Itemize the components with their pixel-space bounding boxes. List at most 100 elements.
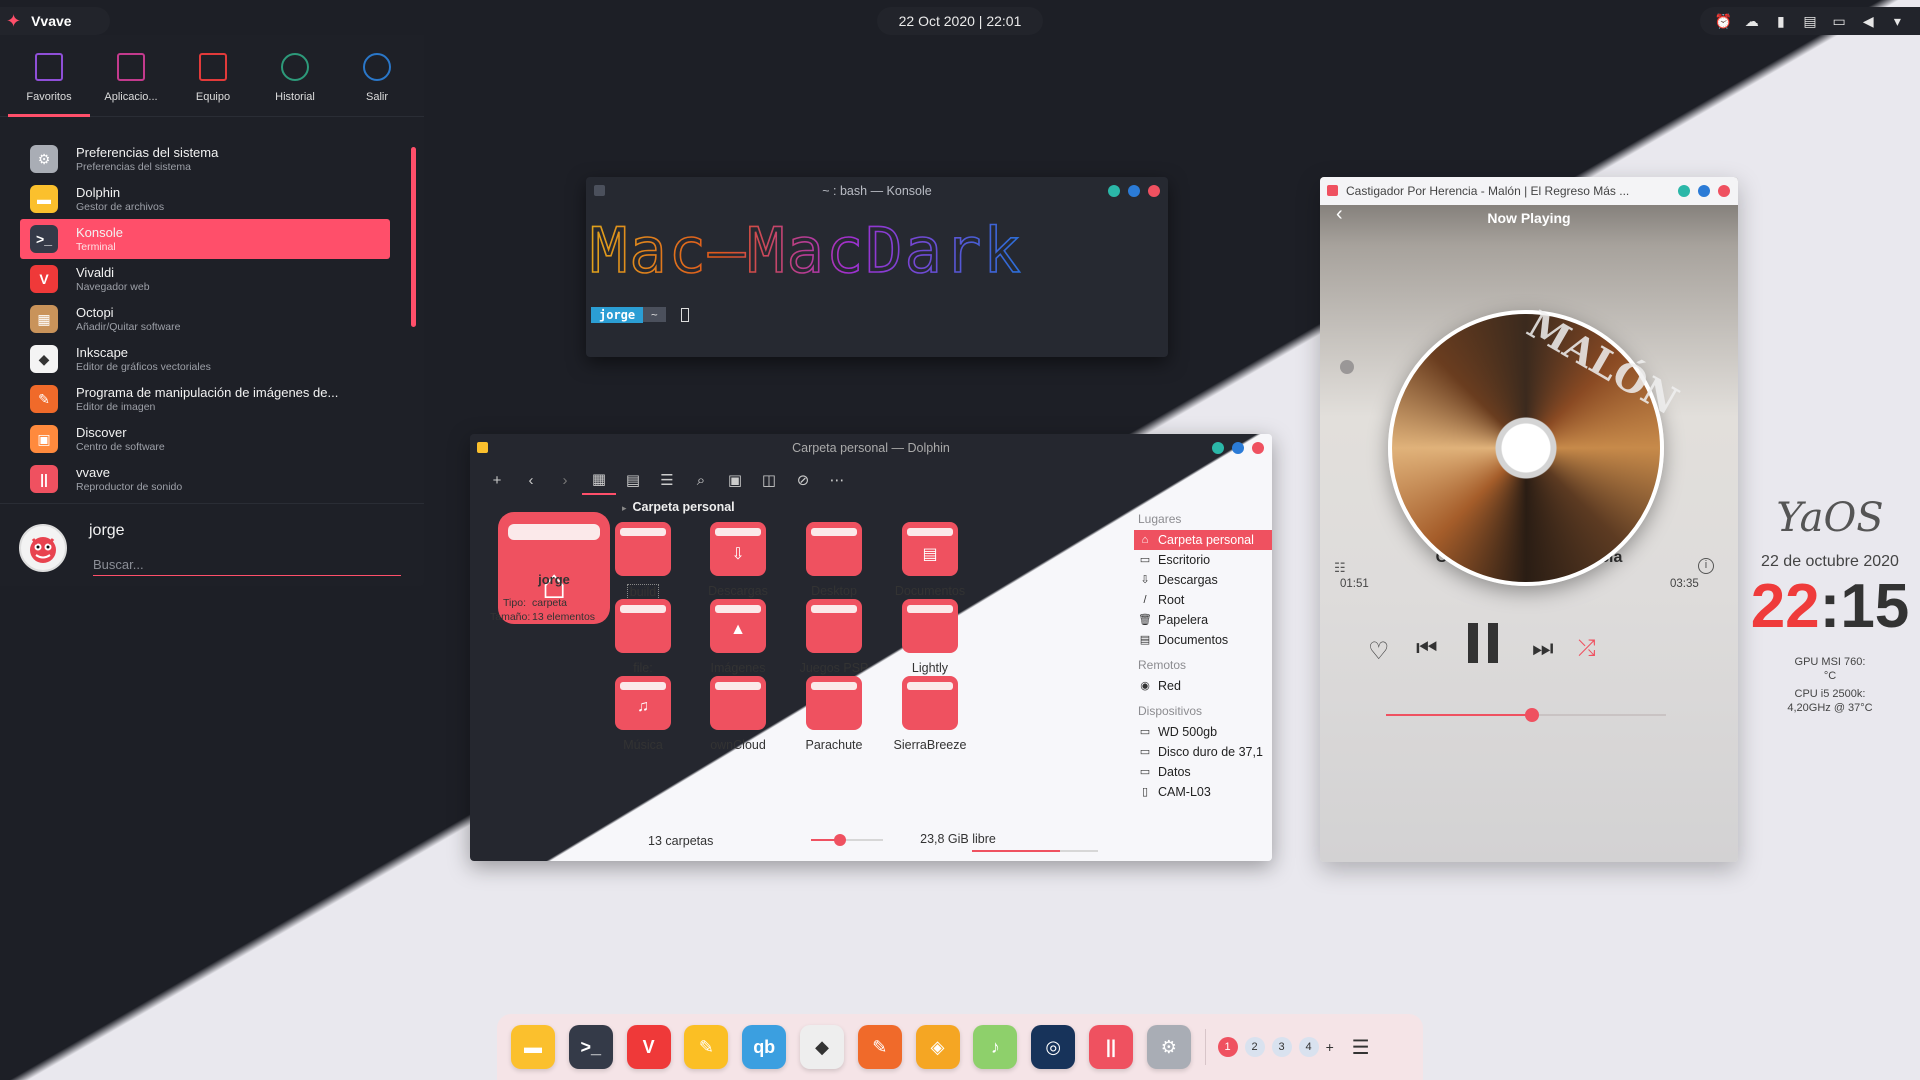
zoom-slider-handle[interactable]	[833, 834, 846, 846]
folder-item[interactable]: Juegos PSP	[779, 599, 889, 675]
place-item[interactable]: ⇩ Descargas	[1134, 570, 1272, 590]
shuffle-icon[interactable]: ⤮	[1578, 635, 1596, 661]
app-icon: ⚙	[30, 145, 58, 173]
folder-item[interactable]: Lightly	[875, 599, 985, 675]
place-item[interactable]: / Root	[1134, 590, 1272, 610]
dock-dolphin-icon[interactable]: ▬	[511, 1025, 555, 1069]
folder-item[interactable]: ▤ Documentos	[875, 522, 985, 598]
app-menu-button[interactable]: ✦ Vvave	[0, 7, 110, 35]
minimize-button[interactable]	[1678, 185, 1690, 197]
place-item[interactable]: ▯ CAM-L03	[1134, 782, 1272, 802]
pause-button[interactable]	[1468, 623, 1512, 663]
add-desktop-button[interactable]: +	[1326, 1039, 1334, 1055]
place-item[interactable]: 🗑 Papelera	[1134, 610, 1272, 630]
place-item[interactable]: ⌂ Carpeta personal	[1134, 530, 1272, 550]
launcher-item[interactable]: ✎ Programa de manipulación de imágenes de…	[20, 379, 390, 419]
dock-settings-icon[interactable]: ⚙	[1146, 1025, 1191, 1069]
tab-salir[interactable]: Salir	[336, 35, 418, 117]
virtual-desktop-3[interactable]: 3	[1271, 1037, 1292, 1057]
dock-vvave-icon[interactable]: ||	[1088, 1025, 1133, 1069]
place-item[interactable]: ▭ Datos	[1134, 762, 1272, 782]
tab-favoritos[interactable]: Favoritos	[8, 35, 90, 117]
terminal-icon	[594, 185, 605, 196]
vvave-titlebar[interactable]: Castigador Por Herencia - Malón | El Reg…	[1320, 177, 1738, 205]
prompt-user: jorge	[591, 307, 644, 323]
user-name: jorge	[89, 522, 125, 539]
dock-music-icon[interactable]: ♪	[973, 1025, 1018, 1069]
folder-item[interactable]: Parachute	[779, 676, 889, 752]
show-desktop-icon[interactable]: ☰	[1352, 1035, 1370, 1060]
launcher-item-name: Programa de manipulación de imágenes de.…	[76, 385, 339, 400]
cloud-icon[interactable]: ☁	[1744, 13, 1760, 29]
launcher-item[interactable]: || vvave Reproductor de sonido	[20, 459, 390, 499]
page-indicator[interactable]	[1340, 360, 1354, 374]
terminal-cursor[interactable]	[681, 308, 689, 322]
dock-steam-icon[interactable]: ◎	[1031, 1025, 1076, 1069]
folder-item[interactable]: build	[588, 522, 698, 600]
folder-item[interactable]: Desktop	[779, 522, 889, 598]
clipboard-icon[interactable]: ▤	[1802, 13, 1818, 29]
battery-icon[interactable]: ▮	[1773, 13, 1789, 29]
virtual-desktop-2[interactable]: 2	[1244, 1037, 1265, 1057]
folder-item[interactable]: ♫ Música	[588, 676, 698, 752]
place-item[interactable]: ▭ Disco duro de 37,1	[1134, 742, 1272, 762]
tab-equipo[interactable]: Equipo	[172, 35, 254, 117]
folder-icon	[615, 522, 671, 576]
launcher-search-input[interactable]	[93, 554, 401, 576]
launcher-item[interactable]: ◆ Inkscape Editor de gráficos vectoriales	[20, 339, 390, 379]
folder-item[interactable]: SierraBreeze	[875, 676, 985, 752]
place-item[interactable]: ▭ WD 500gb	[1134, 722, 1272, 742]
close-button[interactable]	[1148, 185, 1160, 197]
dock-kolourpaint-icon[interactable]: ◈	[915, 1025, 960, 1069]
alarm-icon[interactable]: ⏰	[1715, 13, 1732, 29]
launcher-item[interactable]: >_ Konsole Terminal	[20, 219, 390, 259]
folder-label: Desktop	[811, 584, 857, 598]
close-button[interactable]	[1718, 185, 1730, 197]
folder-item[interactable]: ⇩ Descargas	[683, 522, 793, 598]
dolphin-window: Carpeta personal — Dolphin + ‹ › ▦ ▤ ☰ ⌕…	[470, 434, 1272, 861]
launcher-item[interactable]: ⚙ Preferencias del sistema Preferencias de…	[20, 139, 390, 179]
app-icon: ||	[30, 465, 58, 493]
dock-gimp-icon[interactable]: ✎	[857, 1025, 902, 1069]
minimize-button[interactable]	[1108, 185, 1120, 197]
launcher-scrollbar[interactable]	[411, 147, 416, 327]
info-icon[interactable]: i	[1698, 558, 1714, 574]
launcher-item[interactable]: ▣ Discover Centro de software	[20, 419, 390, 459]
folder-item[interactable]: ▲ Imágenes	[683, 599, 793, 675]
maximize-button[interactable]	[1698, 185, 1710, 197]
seek-bar-fill	[1386, 714, 1532, 716]
folder-item[interactable]: ownCloud	[683, 676, 793, 752]
arrow-down-icon[interactable]: ▾	[1889, 13, 1905, 29]
tab-historial[interactable]: Historial	[254, 35, 336, 117]
virtual-desktop-4[interactable]: 4	[1298, 1037, 1319, 1057]
dock-konsole-icon[interactable]: >_	[568, 1025, 613, 1069]
display-icon[interactable]: ▭	[1831, 13, 1847, 29]
launcher-item[interactable]: V Vivaldi Navegador web	[20, 259, 390, 299]
avatar[interactable]	[19, 524, 67, 572]
playlist-icon[interactable]: ☷	[1334, 560, 1346, 576]
folder-item[interactable]: file:	[588, 599, 698, 675]
place-item[interactable]: ◉ Red	[1134, 676, 1272, 696]
launcher-item[interactable]: ▦ Octopi Añadir/Quitar software	[20, 299, 390, 339]
previous-icon[interactable]: ⏮	[1416, 635, 1438, 663]
dock-vivaldi-icon[interactable]: V	[626, 1025, 671, 1069]
place-item[interactable]: ▤ Documentos	[1134, 630, 1272, 650]
volume-icon[interactable]: ◀	[1860, 13, 1876, 29]
virtual-desktop-1[interactable]: 1	[1217, 1037, 1238, 1057]
konsole-titlebar[interactable]: ~ : bash — Konsole	[586, 177, 1168, 205]
maximize-button[interactable]	[1128, 185, 1140, 197]
dock-notes-icon[interactable]: ✎	[684, 1025, 729, 1069]
seek-handle[interactable]	[1524, 708, 1539, 722]
panel-clock[interactable]: 22 Oct 2020 | 22:01	[877, 7, 1043, 35]
next-icon[interactable]: ⏭	[1532, 635, 1554, 663]
tab-aplicacio[interactable]: Aplicacio...	[90, 35, 172, 117]
launcher-item[interactable]: ▬ Dolphin Gestor de archivos	[20, 179, 390, 219]
dock-qbittorrent-icon[interactable]: qb	[742, 1025, 787, 1069]
desktop-clock-widget: YaOS 22 de octubre 2020 22:15 GPU MSI 76…	[1745, 495, 1915, 715]
widget-hour: 22	[1750, 572, 1820, 641]
launcher-item-name: vvave	[76, 465, 110, 480]
dock-inkscape-icon[interactable]: ◆	[799, 1025, 844, 1069]
heart-icon[interactable]: ♡	[1368, 637, 1390, 666]
place-item[interactable]: ▭ Escritorio	[1134, 550, 1272, 570]
widget-stats: GPU MSI 760: °C CPU i5 2500k: 4,20GHz @ …	[1745, 655, 1915, 715]
